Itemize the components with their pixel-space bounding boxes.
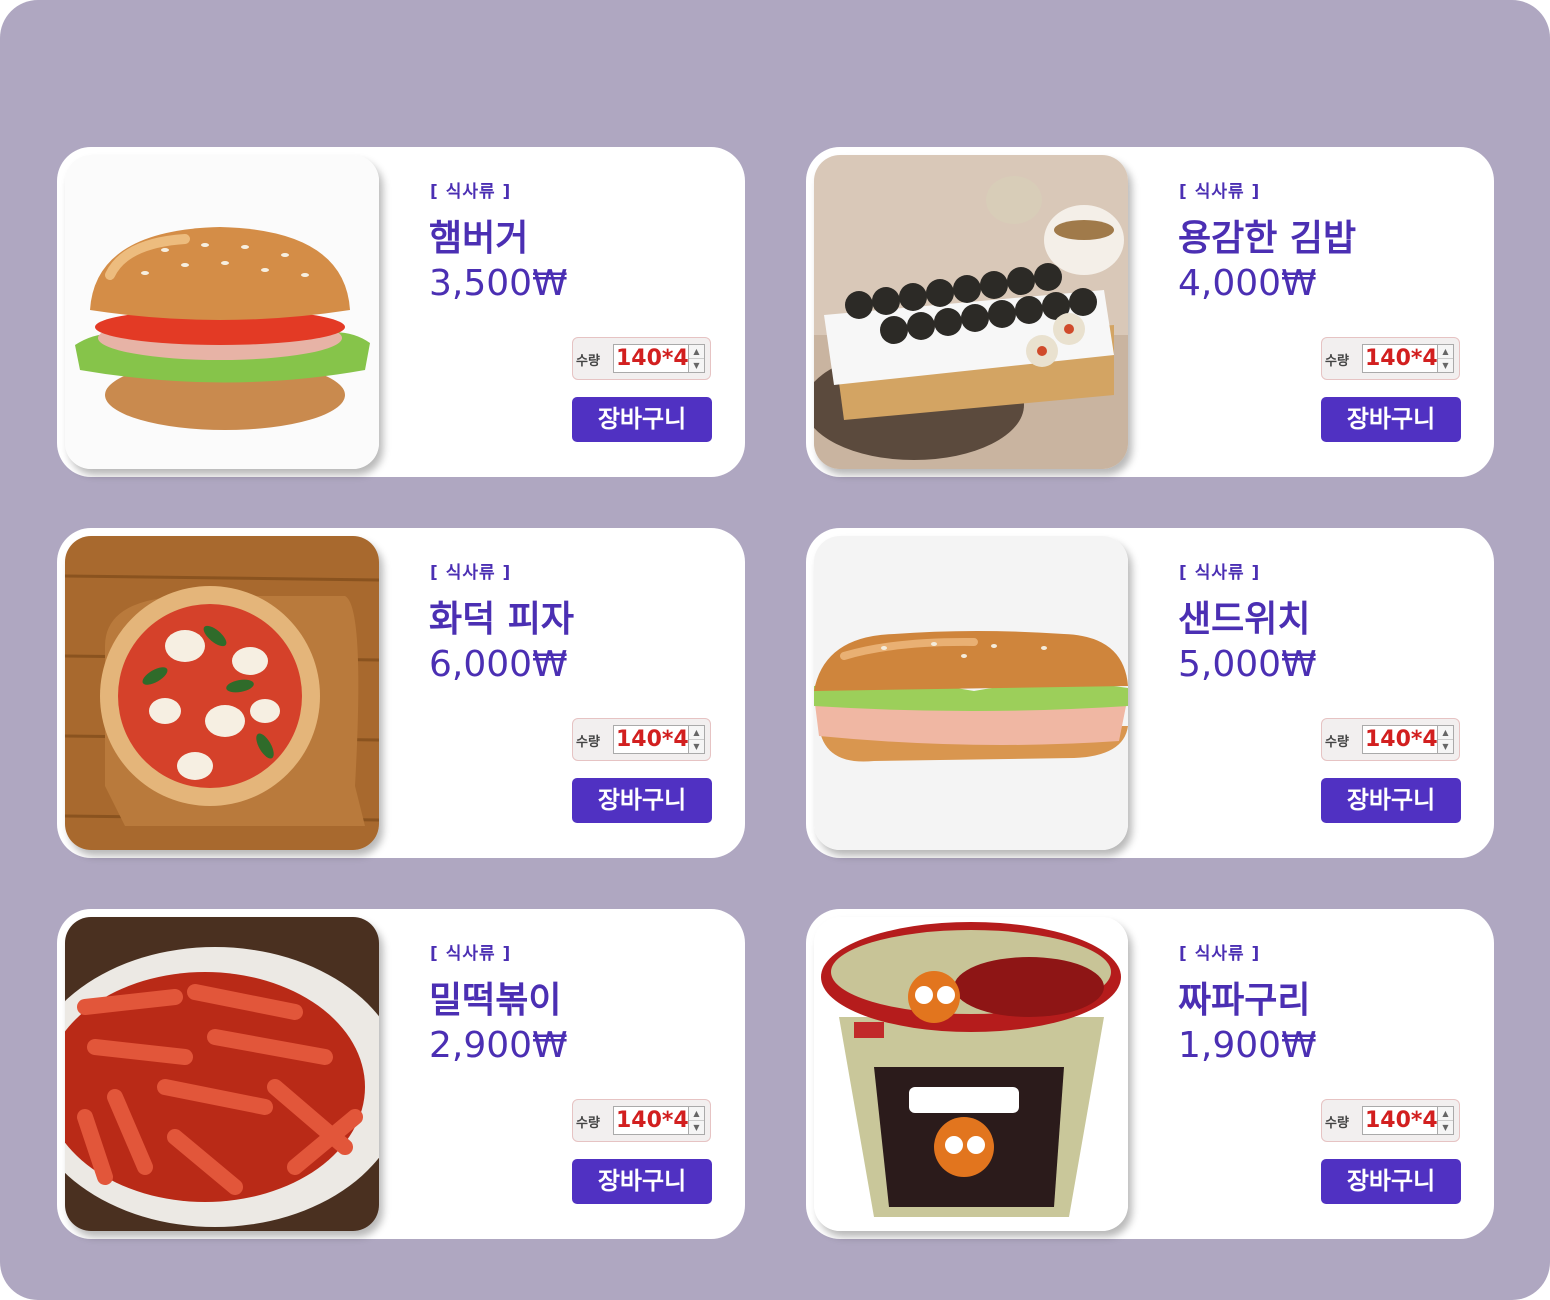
product-price: 4,000₩ (1178, 263, 1317, 304)
decrement-icon[interactable]: ▼ (1438, 740, 1453, 753)
jjapaguri-image[interactable] (814, 917, 1128, 1231)
product-category: [ 식사류 ] (430, 563, 512, 583)
product-category: [ 식사류 ] (1179, 944, 1261, 964)
product-price: 5,000₩ (1178, 644, 1317, 685)
product-category: [ 식사류 ] (1179, 563, 1261, 583)
quantity-label: 수량 (1325, 354, 1349, 369)
add-to-cart-button[interactable]: 장바구니 (572, 397, 712, 442)
product-name: 화덕 피자 (429, 599, 575, 640)
quantity-stepper: 수량 140*45 ▲ ▼ (1321, 1099, 1460, 1142)
product-name: 샌드위치 (1178, 599, 1311, 640)
sandwich-image[interactable] (814, 536, 1128, 850)
product-category: [ 식사류 ] (430, 182, 512, 202)
quantity-label: 수량 (576, 1116, 600, 1131)
page-background: [ 식사류 ] 햄버거 3,500₩ 수량 140*45 ▲ ▼ 장바구니 (0, 0, 1550, 1300)
add-to-cart-button[interactable]: 장바구니 (1321, 1159, 1461, 1204)
quantity-label: 수량 (1325, 1116, 1349, 1131)
quantity-input[interactable]: 140*45 (1362, 1106, 1438, 1135)
product-price: 3,500₩ (429, 263, 568, 304)
decrement-icon[interactable]: ▼ (689, 740, 704, 753)
gimbap-image[interactable] (814, 155, 1128, 469)
product-name: 짜파구리 (1178, 980, 1311, 1021)
quantity-stepper: 수량 140*45 ▲ ▼ (572, 1099, 711, 1142)
product-card-hamburger: [ 식사류 ] 햄버거 3,500₩ 수량 140*45 ▲ ▼ 장바구니 (57, 147, 745, 477)
increment-icon[interactable]: ▲ (1438, 1107, 1453, 1121)
quantity-input[interactable]: 140*45 (613, 1106, 689, 1135)
increment-icon[interactable]: ▲ (689, 345, 704, 359)
quantity-spinner: ▲ ▼ (1437, 1106, 1454, 1135)
quantity-stepper: 수량 140*45 ▲ ▼ (1321, 718, 1460, 761)
quantity-label: 수량 (576, 354, 600, 369)
increment-icon[interactable]: ▲ (689, 726, 704, 740)
product-category: [ 식사류 ] (430, 944, 512, 964)
increment-icon[interactable]: ▲ (689, 1107, 704, 1121)
quantity-spinner: ▲ ▼ (688, 344, 705, 373)
quantity-stepper: 수량 140*45 ▲ ▼ (572, 337, 711, 380)
product-card-sandwich: [ 식사류 ] 샌드위치 5,000₩ 수량 140*45 ▲ ▼ 장바구니 (806, 528, 1494, 858)
product-name: 밀떡볶이 (429, 980, 562, 1021)
quantity-spinner: ▲ ▼ (1437, 725, 1454, 754)
product-name: 햄버거 (429, 218, 529, 259)
product-card-pizza: [ 식사류 ] 화덕 피자 6,000₩ 수량 140*45 ▲ ▼ 장바구니 (57, 528, 745, 858)
quantity-spinner: ▲ ▼ (1437, 344, 1454, 373)
quantity-input[interactable]: 140*45 (613, 725, 689, 754)
quantity-stepper: 수량 140*45 ▲ ▼ (1321, 337, 1460, 380)
product-card-jjapaguri: [ 식사류 ] 짜파구리 1,900₩ 수량 140*45 ▲ ▼ 장바구니 (806, 909, 1494, 1239)
decrement-icon[interactable]: ▼ (689, 1121, 704, 1134)
decrement-icon[interactable]: ▼ (1438, 359, 1453, 372)
quantity-input[interactable]: 140*45 (1362, 344, 1438, 373)
product-price: 6,000₩ (429, 644, 568, 685)
quantity-label: 수량 (1325, 735, 1349, 750)
quantity-input[interactable]: 140*45 (1362, 725, 1438, 754)
product-category: [ 식사류 ] (1179, 182, 1261, 202)
increment-icon[interactable]: ▲ (1438, 726, 1453, 740)
product-card-tteokbokki: [ 식사류 ] 밀떡볶이 2,900₩ 수량 140*45 ▲ ▼ 장바구니 (57, 909, 745, 1239)
quantity-input[interactable]: 140*45 (613, 344, 689, 373)
quantity-label: 수량 (576, 735, 600, 750)
product-card-gimbap: [ 식사류 ] 용감한 김밥 4,000₩ 수량 140*45 ▲ ▼ 장바구니 (806, 147, 1494, 477)
product-name: 용감한 김밥 (1178, 218, 1357, 259)
add-to-cart-button[interactable]: 장바구니 (1321, 397, 1461, 442)
quantity-spinner: ▲ ▼ (688, 725, 705, 754)
tteokbokki-image[interactable] (65, 917, 379, 1231)
product-price: 1,900₩ (1178, 1025, 1317, 1066)
product-price: 2,900₩ (429, 1025, 568, 1066)
hamburger-image[interactable] (65, 155, 379, 469)
quantity-stepper: 수량 140*45 ▲ ▼ (572, 718, 711, 761)
add-to-cart-button[interactable]: 장바구니 (1321, 778, 1461, 823)
add-to-cart-button[interactable]: 장바구니 (572, 778, 712, 823)
quantity-spinner: ▲ ▼ (688, 1106, 705, 1135)
decrement-icon[interactable]: ▼ (689, 359, 704, 372)
increment-icon[interactable]: ▲ (1438, 345, 1453, 359)
add-to-cart-button[interactable]: 장바구니 (572, 1159, 712, 1204)
decrement-icon[interactable]: ▼ (1438, 1121, 1453, 1134)
pizza-image[interactable] (65, 536, 379, 850)
